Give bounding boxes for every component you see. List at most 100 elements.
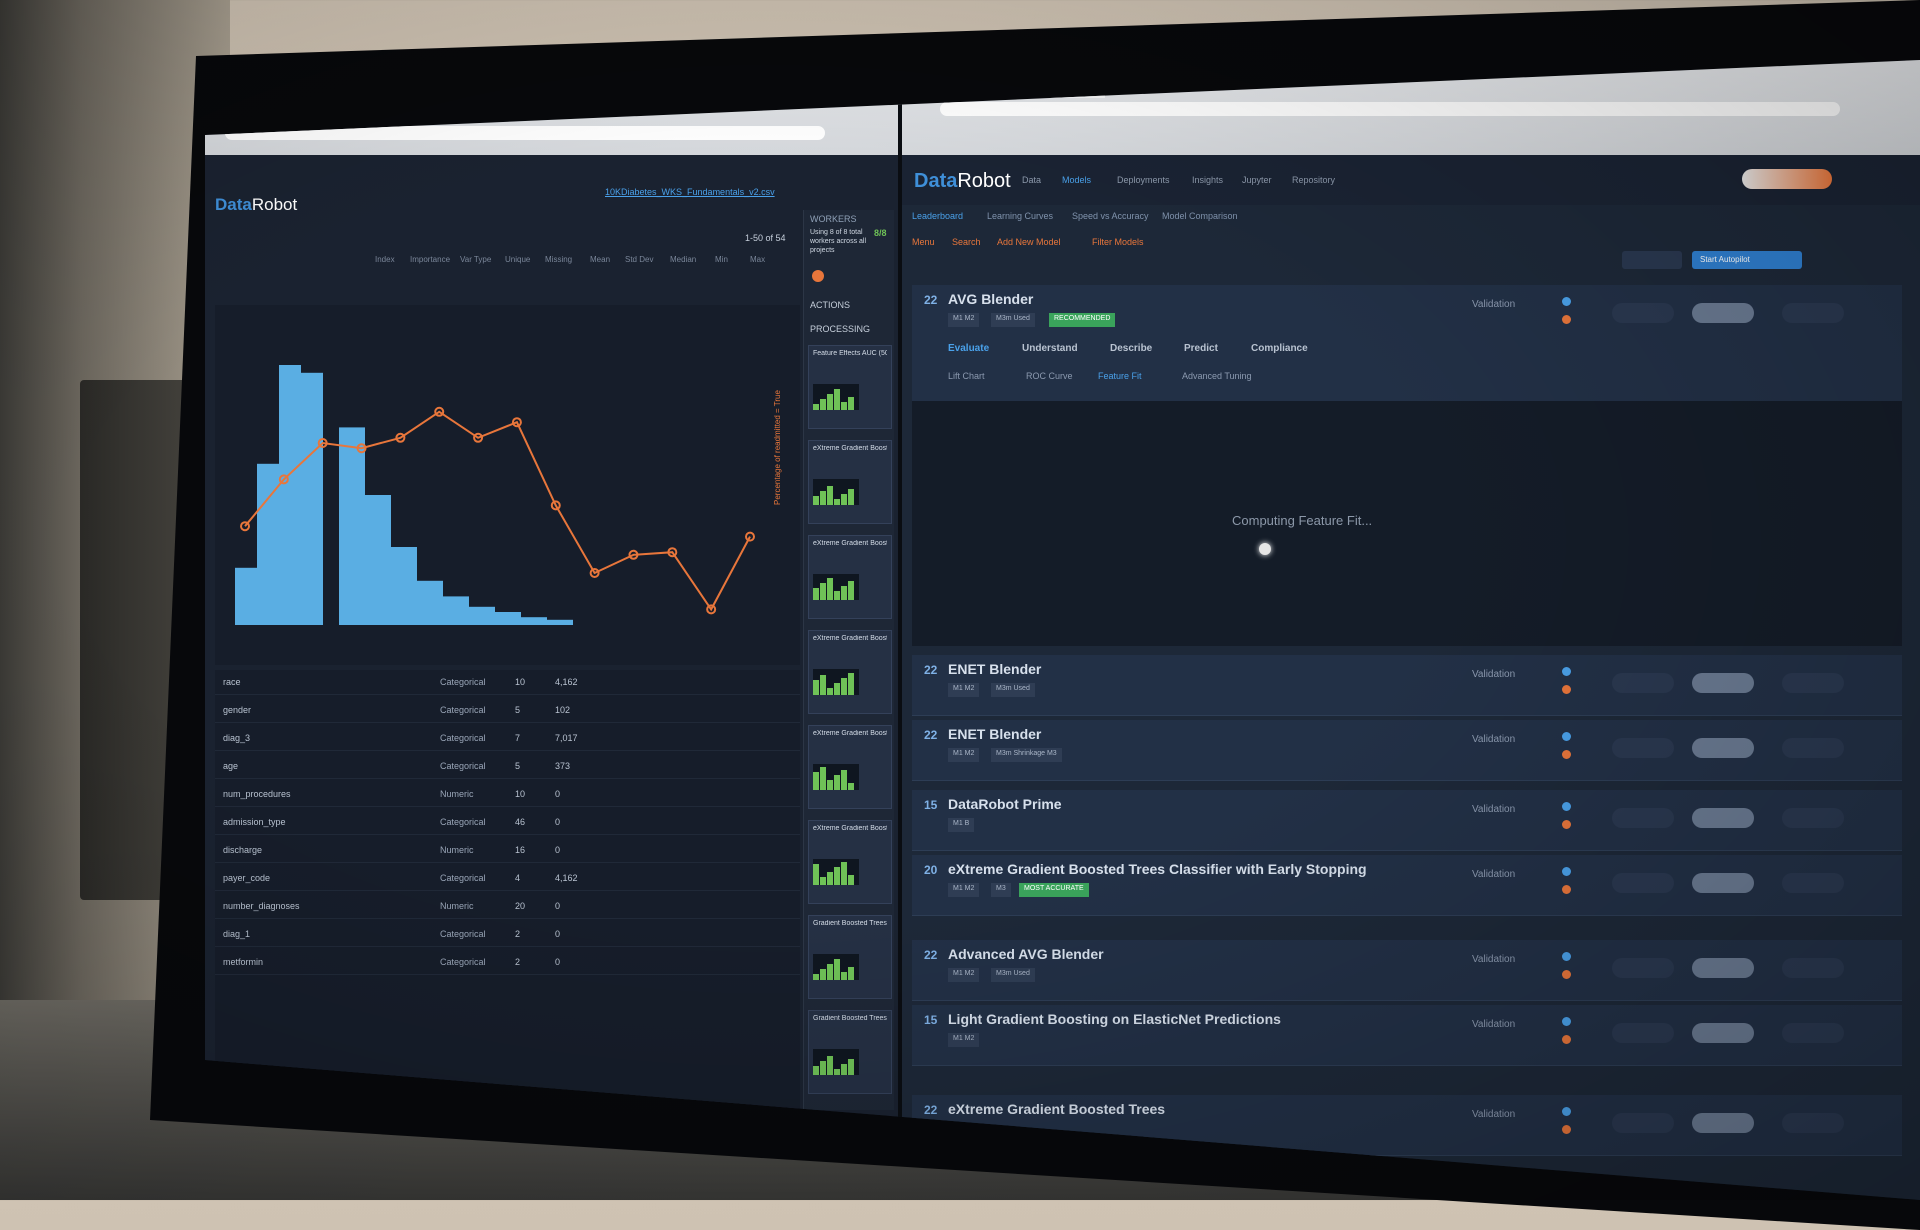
warning-icon[interactable] bbox=[1562, 315, 1571, 324]
nav-jupyter[interactable]: Jupyter bbox=[1242, 175, 1272, 185]
start-autopilot-button[interactable]: Start Autopilot bbox=[1692, 251, 1802, 269]
feature-name[interactable]: gender bbox=[223, 705, 251, 715]
table-row[interactable]: race Categorical 10 4,162 bbox=[215, 670, 800, 695]
info-icon[interactable] bbox=[1562, 1017, 1571, 1026]
model-subtab[interactable]: ROC Curve bbox=[1026, 371, 1073, 381]
table-row[interactable]: gender Categorical 5 102 bbox=[215, 698, 800, 723]
queue-job-card[interactable]: Feature Effects AUC (50%) bbox=[808, 345, 892, 429]
queue-job-card[interactable]: Gradient Boosted Trees Classifier bbox=[808, 1010, 892, 1094]
feature-name[interactable]: payer_code bbox=[223, 873, 270, 883]
model-tab[interactable]: Describe bbox=[1110, 343, 1152, 354]
model-tab[interactable]: Evaluate bbox=[948, 343, 989, 354]
col-header[interactable]: Mean bbox=[590, 255, 610, 264]
model-tab[interactable]: Predict bbox=[1184, 343, 1218, 354]
table-row[interactable]: admission_type Categorical 46 0 bbox=[215, 810, 800, 835]
info-icon[interactable] bbox=[1562, 732, 1571, 741]
subnav-model-comparison[interactable]: Model Comparison bbox=[1162, 211, 1238, 221]
subnav-learning-curves[interactable]: Learning Curves bbox=[987, 211, 1053, 221]
info-icon[interactable] bbox=[1562, 1107, 1571, 1116]
model-name[interactable]: DataRobot Prime bbox=[948, 796, 1062, 812]
subnav-speed-accuracy[interactable]: Speed vs Accuracy bbox=[1072, 211, 1149, 221]
queue-job-card[interactable]: eXtreme Gradient Boosted Trees bbox=[808, 725, 892, 809]
nav-insights[interactable]: Insights bbox=[1192, 175, 1223, 185]
col-header[interactable]: Unique bbox=[505, 255, 530, 264]
warning-icon[interactable] bbox=[1562, 1035, 1571, 1044]
table-row[interactable]: diag_3 Categorical 7 7,017 bbox=[215, 726, 800, 751]
filter-search[interactable]: Search bbox=[952, 237, 981, 247]
model-subtab[interactable]: Lift Chart bbox=[948, 371, 985, 381]
model-subtab[interactable]: Advanced Tuning bbox=[1182, 371, 1252, 381]
nav-deployments[interactable]: Deployments bbox=[1117, 175, 1170, 185]
model-subtab[interactable]: Feature Fit bbox=[1098, 371, 1142, 381]
table-row[interactable]: payer_code Categorical 4 4,162 bbox=[215, 866, 800, 891]
col-header[interactable]: Std Dev bbox=[625, 255, 653, 264]
leaderboard-model-row[interactable]: 20 eXtreme Gradient Boosted Trees Classif… bbox=[912, 855, 1902, 916]
queue-job-card[interactable]: eXtreme Gradient Boosted Trees bbox=[808, 440, 892, 524]
leaderboard-model-row[interactable]: 22 ENET Blender M1 M2 M3m Used Validation bbox=[912, 655, 1902, 716]
queue-job-card[interactable]: eXtreme Gradient Boosted Trees bbox=[808, 630, 892, 714]
feature-name[interactable]: number_diagnoses bbox=[223, 901, 300, 911]
model-name[interactable]: Advanced AVG Blender bbox=[948, 946, 1104, 962]
col-header[interactable]: Var Type bbox=[460, 255, 491, 264]
leaderboard-model-row[interactable]: 22 AVG Blender M1 M2 M3m Used RECOMMENDED Val… bbox=[912, 285, 1902, 402]
subnav-leaderboard[interactable]: Leaderboard bbox=[912, 211, 963, 221]
model-name[interactable]: eXtreme Gradient Boosted Trees Classifie… bbox=[948, 861, 1367, 877]
table-row[interactable]: age Categorical 5 373 bbox=[215, 754, 800, 779]
filter-menu[interactable]: Menu bbox=[912, 237, 935, 247]
user-toggle[interactable] bbox=[1742, 169, 1832, 189]
feature-name[interactable]: race bbox=[223, 677, 241, 687]
table-row[interactable]: discharge Numeric 16 0 bbox=[215, 838, 800, 863]
model-name[interactable]: eXtreme Gradient Boosted Trees bbox=[948, 1101, 1165, 1117]
nav-repository[interactable]: Repository bbox=[1292, 175, 1335, 185]
warning-icon[interactable] bbox=[1562, 820, 1571, 829]
worker-pause-icon[interactable] bbox=[812, 270, 824, 282]
project-name-link[interactable]: 10KDiabetes_WKS_Fundamentals_v2.csv bbox=[605, 187, 775, 197]
feature-name[interactable]: admission_type bbox=[223, 817, 286, 827]
col-header[interactable]: Importance bbox=[410, 255, 450, 264]
model-name[interactable]: ENET Blender bbox=[948, 726, 1041, 742]
leaderboard-model-row[interactable]: 15 DataRobot Prime M1 B Validation bbox=[912, 790, 1902, 851]
actions-label[interactable]: ACTIONS bbox=[810, 300, 850, 310]
leaderboard-model-row[interactable]: 22 Advanced AVG Blender M1 M2 M3m Used Valid… bbox=[912, 940, 1902, 1001]
col-header[interactable]: Max bbox=[750, 255, 765, 264]
col-header[interactable]: Median bbox=[670, 255, 696, 264]
feature-name[interactable]: age bbox=[223, 761, 238, 771]
queue-job-card[interactable]: eXtreme Gradient Boosted Trees bbox=[808, 820, 892, 904]
warning-icon[interactable] bbox=[1562, 685, 1571, 694]
filter-add-model[interactable]: Add New Model bbox=[997, 237, 1061, 247]
model-name[interactable]: ENET Blender bbox=[948, 661, 1041, 677]
warning-icon[interactable] bbox=[1562, 970, 1571, 979]
col-header[interactable]: Index bbox=[375, 255, 395, 264]
table-row[interactable]: diag_1 Categorical 2 0 bbox=[215, 922, 800, 947]
secondary-button[interactable] bbox=[1622, 251, 1682, 269]
leaderboard-model-row[interactable]: 15 Light Gradient Boosting on ElasticNet … bbox=[912, 1005, 1902, 1066]
info-icon[interactable] bbox=[1562, 667, 1571, 676]
table-row[interactable]: metformin Categorical 2 0 bbox=[215, 950, 800, 975]
nav-models[interactable]: Models bbox=[1062, 175, 1091, 185]
warning-icon[interactable] bbox=[1562, 885, 1571, 894]
right-url-bar[interactable] bbox=[940, 102, 1840, 116]
queue-job-card[interactable]: Gradient Boosted Trees Classifier bbox=[808, 915, 892, 999]
feature-name[interactable]: discharge bbox=[223, 845, 262, 855]
model-name[interactable]: Light Gradient Boosting on ElasticNet Pr… bbox=[948, 1011, 1281, 1027]
queue-job-card[interactable]: eXtreme Gradient Boosted Trees bbox=[808, 535, 892, 619]
info-icon[interactable] bbox=[1562, 297, 1571, 306]
col-header[interactable]: Missing bbox=[545, 255, 572, 264]
model-tab[interactable]: Compliance bbox=[1251, 343, 1308, 354]
feature-name[interactable]: metformin bbox=[223, 957, 263, 967]
table-row[interactable]: number_diagnoses Numeric 20 0 bbox=[215, 894, 800, 919]
model-tab[interactable]: Understand bbox=[1022, 343, 1078, 354]
info-icon[interactable] bbox=[1562, 802, 1571, 811]
info-icon[interactable] bbox=[1562, 867, 1571, 876]
table-row[interactable]: num_procedures Numeric 10 0 bbox=[215, 782, 800, 807]
nav-data[interactable]: Data bbox=[1022, 175, 1041, 185]
warning-icon[interactable] bbox=[1562, 1125, 1571, 1134]
info-icon[interactable] bbox=[1562, 952, 1571, 961]
feature-name[interactable]: diag_3 bbox=[223, 733, 250, 743]
feature-name[interactable]: diag_1 bbox=[223, 929, 250, 939]
filter-models[interactable]: Filter Models bbox=[1092, 237, 1144, 247]
col-header[interactable]: Min bbox=[715, 255, 728, 264]
model-name[interactable]: AVG Blender bbox=[948, 291, 1033, 307]
leaderboard-model-row[interactable]: 22 ENET Blender M1 M2 M3m Shrinkage M3 Valid… bbox=[912, 720, 1902, 781]
feature-name[interactable]: num_procedures bbox=[223, 789, 291, 799]
